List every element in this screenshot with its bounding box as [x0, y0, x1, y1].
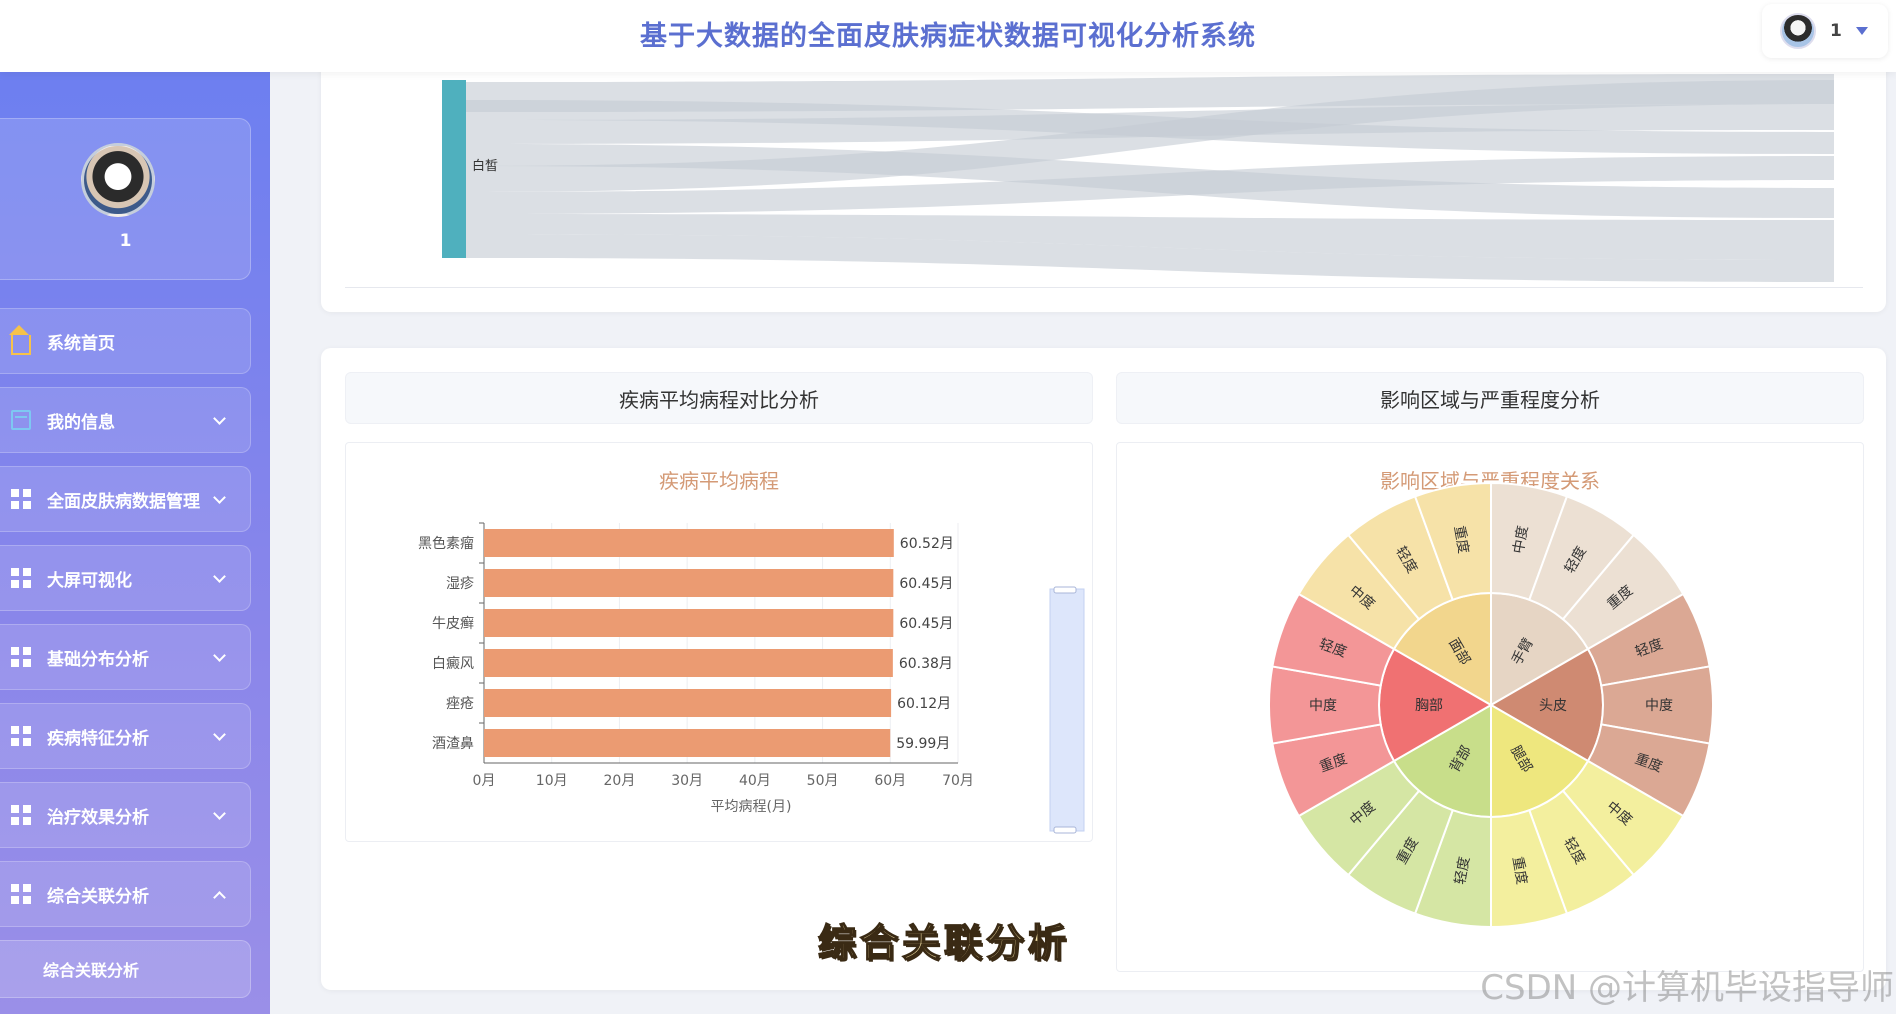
- sankey-svg: 白皙: [442, 74, 1834, 282]
- y-tick-label: 白癜风: [432, 655, 474, 672]
- x-tick-label: 10月: [536, 773, 568, 789]
- x-tick-label: 40月: [739, 773, 771, 789]
- sidebar-menu: 系统首页 我的信息 全面皮肤病数据管理 大屏可视化 基础分布分析 疾病特征分析: [0, 308, 251, 998]
- sunburst-label: 胸部: [1415, 698, 1443, 714]
- avatar[interactable]: [81, 143, 155, 217]
- data-label: 60.45月: [899, 616, 953, 632]
- sidebar-item-home[interactable]: 系统首页: [0, 308, 251, 374]
- x-tick-label: 30月: [671, 773, 703, 789]
- home-icon: [9, 325, 31, 355]
- sidebar-item-my-info[interactable]: 我的信息: [0, 387, 251, 453]
- x-tick-label: 60月: [874, 773, 906, 789]
- submenu-item-correlation[interactable]: 综合关联分析: [0, 940, 251, 998]
- sunburst-label: 中度: [1309, 698, 1337, 714]
- chevron-down-icon: [213, 807, 226, 820]
- bar-chart-svg: 0月 10月 20月 30月 40月 50月 60月 70月平均病程(月) 黑色素瘤 60.52月…: [418, 522, 1085, 834]
- sidebar-item-correlation[interactable]: 综合关联分析: [0, 861, 251, 927]
- profile-name: 1: [119, 231, 132, 251]
- bar[interactable]: [484, 649, 893, 677]
- x-tick-label: 0月: [473, 773, 496, 789]
- x-tick-label: 70月: [942, 773, 974, 789]
- grid-icon: [11, 489, 31, 509]
- sunburst-label: 中度: [1645, 698, 1673, 714]
- y-tick-label: 牛皮癣: [432, 615, 474, 632]
- data-label: 60.45月: [899, 576, 953, 592]
- user-avatar: [1780, 13, 1816, 49]
- bar[interactable]: [484, 689, 892, 717]
- profile-card: 1: [0, 118, 251, 280]
- sidebar-item-label: 大屏可视化: [47, 570, 132, 591]
- chevron-up-icon: [213, 891, 226, 904]
- card-icon: [11, 410, 31, 430]
- grid-icon: [11, 647, 31, 667]
- data-label: 60.38月: [899, 656, 953, 672]
- analysis-panel: 疾病平均病程对比分析 影响区域与严重程度分析 疾病平均病程 0月 10月 20月 30…: [321, 348, 1886, 990]
- chevron-down-icon: [213, 649, 226, 662]
- zoom-handle-bottom[interactable]: [1053, 826, 1077, 834]
- sidebar-item-label: 综合关联分析: [47, 886, 149, 907]
- app-title: 基于大数据的全面皮肤病症状数据可视化分析系统: [640, 21, 1256, 52]
- watermark: CSDN @计算机毕设指导师: [1480, 968, 1894, 1008]
- bar[interactable]: [484, 609, 894, 637]
- sidebar-item-basic-distribution[interactable]: 基础分布分析: [0, 624, 251, 690]
- user-menu[interactable]: 1: [1762, 4, 1888, 58]
- sidebar-item-data-management[interactable]: 全面皮肤病数据管理: [0, 466, 251, 532]
- sidebar-item-label: 系统首页: [47, 333, 115, 354]
- chevron-down-icon: [213, 412, 226, 425]
- section-title-left: 疾病平均病程对比分析: [345, 372, 1093, 424]
- bar-chart-box: 疾病平均病程 0月 10月 20月 30月 40月 50月 60月 70月 平均病程(月) 黑色素…: [345, 442, 1093, 842]
- x-axis-label: 平均病程(月): [711, 799, 792, 815]
- chevron-down-icon: [213, 491, 226, 504]
- grid-icon: [11, 884, 31, 904]
- bar[interactable]: [484, 729, 891, 757]
- zoom-slider[interactable]: [1049, 588, 1085, 832]
- sidebar-item-label: 基础分布分析: [47, 649, 149, 670]
- section-title-right: 影响区域与严重程度分析: [1116, 372, 1864, 424]
- sankey-panel: 白皙: [321, 40, 1886, 312]
- sidebar-item-disease-features[interactable]: 疾病特征分析: [0, 703, 251, 769]
- video-caption: 综合关联分析: [817, 919, 1071, 966]
- sidebar-item-label: 治疗效果分析: [47, 807, 149, 828]
- y-tick-label: 酒渣鼻: [432, 735, 474, 752]
- top-header: 基于大数据的全面皮肤病症状数据可视化分析系统 1: [0, 0, 1896, 72]
- data-label: 60.52月: [900, 536, 954, 552]
- chevron-down-icon: [213, 570, 226, 583]
- zoom-handle-top[interactable]: [1053, 586, 1077, 594]
- sunburst-chart-box: 影响区域与严重程度关系 手臂 中度 轻度 重度 头皮 轻度 中度 重度 腿部 中度 轻度 重度 背部 轻度…: [1116, 442, 1864, 972]
- data-label: 60.12月: [897, 696, 951, 712]
- x-tick-label: 50月: [807, 773, 839, 789]
- grid-icon: [11, 568, 31, 588]
- sidebar-item-label: 全面皮肤病数据管理: [47, 491, 200, 512]
- sankey-node-label: 白皙: [472, 158, 498, 174]
- sunburst-chart-svg: 手臂中度轻度重度头皮轻度中度重度腿部中度轻度重度背部轻度重度中度胸部重度中度轻度…: [1268, 481, 1714, 929]
- y-tick-label: 湿疹: [446, 576, 474, 592]
- user-name: 1: [1830, 21, 1842, 41]
- caret-down-icon: [1855, 27, 1868, 35]
- y-tick-label: 痤疮: [446, 696, 474, 712]
- grid-icon: [11, 805, 31, 825]
- bar[interactable]: [484, 569, 894, 597]
- sidebar: 1 系统首页 我的信息 全面皮肤病数据管理 大屏可视化 基础分布分析 疾病特征分…: [0, 72, 270, 1014]
- sidebar-item-label: 我的信息: [47, 412, 115, 433]
- sankey-links: [466, 74, 1834, 282]
- data-label: 59.99月: [896, 736, 950, 752]
- submenu-item-label: 综合关联分析: [43, 961, 140, 980]
- sidebar-item-big-screen[interactable]: 大屏可视化: [0, 545, 251, 611]
- x-tick-label: 20月: [604, 773, 636, 789]
- sankey-chart: 白皙: [345, 70, 1863, 288]
- sidebar-item-label: 疾病特征分析: [47, 728, 149, 749]
- chevron-down-icon: [213, 728, 226, 741]
- sidebar-item-treatment-effect[interactable]: 治疗效果分析: [0, 782, 251, 848]
- grid-icon: [11, 726, 31, 746]
- bar[interactable]: [484, 529, 894, 557]
- sankey-node[interactable]: [442, 80, 466, 258]
- y-tick-label: 黑色素瘤: [418, 535, 474, 552]
- sunburst-label: 头皮: [1539, 698, 1567, 714]
